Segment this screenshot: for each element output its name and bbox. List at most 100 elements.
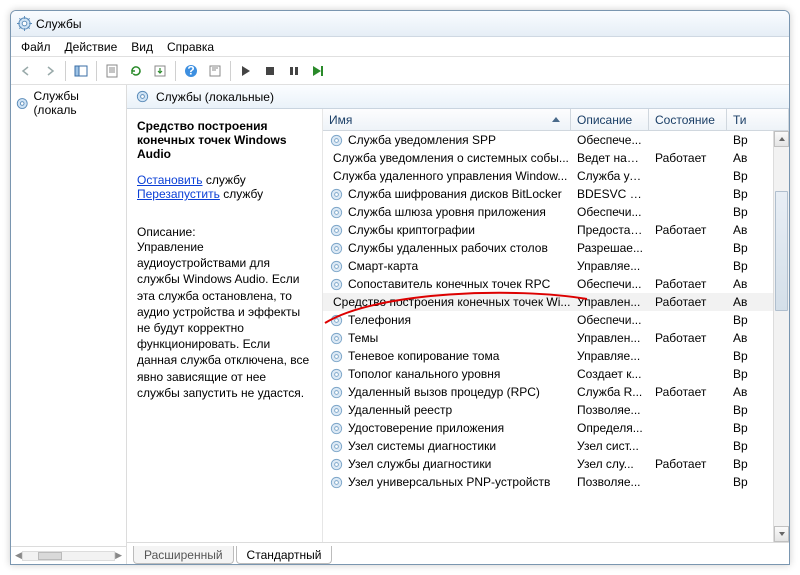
- service-row[interactable]: Службы удаленных рабочих столовРазрешае.…: [323, 239, 789, 257]
- left-nav: Службы (локаль ◀ ▶: [11, 85, 127, 564]
- service-name: Узел системы диагностики: [348, 439, 496, 453]
- service-icon: [329, 331, 344, 346]
- service-status: Работает: [649, 277, 727, 291]
- service-desc: Позволяе...: [571, 475, 649, 489]
- service-row[interactable]: Тополог канального уровняСоздает к...Вр: [323, 365, 789, 383]
- rows-container: Служба уведомления SPPОбеспече...ВрСлужб…: [323, 131, 789, 542]
- service-row[interactable]: ТелефонияОбеспечи...Вр: [323, 311, 789, 329]
- service-name: Теневое копирование тома: [348, 349, 499, 363]
- menu-file[interactable]: Файл: [21, 40, 51, 54]
- col-name[interactable]: Имя: [323, 109, 571, 130]
- service-icon: [329, 205, 344, 220]
- start-service-button[interactable]: [235, 60, 257, 82]
- tab-strip: Расширенный Стандартный: [127, 542, 789, 564]
- service-status: Работает: [649, 457, 727, 471]
- pause-service-button[interactable]: [283, 60, 305, 82]
- service-desc: Обеспечи...: [571, 205, 649, 219]
- service-name: Узел универсальных PNP-устройств: [348, 475, 550, 489]
- services-window: Службы Файл Действие Вид Справка ? Служб…: [10, 10, 790, 565]
- restart-link[interactable]: Перезапустить: [137, 187, 220, 201]
- service-row[interactable]: ТемыУправлен...РаботаетАв: [323, 329, 789, 347]
- service-row[interactable]: Средство построения конечных точек Wi...…: [323, 293, 789, 311]
- detail-pane: Средство построения конечных точек Windo…: [127, 109, 323, 542]
- service-row[interactable]: Удаленный реестрПозволяе...Вр: [323, 401, 789, 419]
- service-row[interactable]: Узел системы диагностикиУзел сист...Вр: [323, 437, 789, 455]
- stop-service-button[interactable]: [259, 60, 281, 82]
- menu-view[interactable]: Вид: [131, 40, 153, 54]
- left-nav-label: Службы (локаль: [33, 89, 122, 117]
- service-row[interactable]: Служба шлюза уровня приложенияОбеспечи..…: [323, 203, 789, 221]
- scrollbar-thumb[interactable]: [775, 191, 788, 311]
- right-pane: Службы (локальные) Средство построения к…: [127, 85, 789, 564]
- service-row[interactable]: Удостоверение приложенияОпределя...Вр: [323, 419, 789, 437]
- service-row[interactable]: Узел службы диагностикиУзел слу...Работа…: [323, 455, 789, 473]
- service-row[interactable]: Службы криптографииПредостав...РаботаетА…: [323, 221, 789, 239]
- content: Средство построения конечных точек Windo…: [127, 109, 789, 542]
- service-row[interactable]: Удаленный вызов процедур (RPC)Служба R..…: [323, 383, 789, 401]
- service-desc: Управляе...: [571, 349, 649, 363]
- service-icon: [329, 385, 344, 400]
- stop-link[interactable]: Остановить: [137, 173, 203, 187]
- app-icon: [17, 16, 32, 31]
- service-status: Работает: [649, 223, 727, 237]
- service-name: Телефония: [348, 313, 411, 327]
- vertical-scrollbar[interactable]: [773, 131, 789, 542]
- service-row[interactable]: Служба уведомления о системных собы...Ве…: [323, 149, 789, 167]
- restart-service-button[interactable]: [307, 60, 329, 82]
- tab-standard[interactable]: Стандартный: [236, 546, 333, 564]
- service-name: Удаленный реестр: [348, 403, 452, 417]
- service-name: Смарт-карта: [348, 259, 418, 273]
- service-icon: [329, 457, 344, 472]
- service-name: Удаленный вызов процедур (RPC): [348, 385, 540, 399]
- service-desc: Управляе...: [571, 259, 649, 273]
- service-icon: [329, 223, 344, 238]
- service-desc: Управлен...: [571, 331, 649, 345]
- service-icon: [329, 421, 344, 436]
- service-name: Удостоверение приложения: [348, 421, 504, 435]
- window-title: Службы: [36, 17, 783, 31]
- service-row[interactable]: Служба уведомления SPPОбеспече...Вр: [323, 131, 789, 149]
- service-icon: [329, 187, 344, 202]
- toolbar-separator: [65, 61, 66, 81]
- col-type[interactable]: Ти: [727, 109, 789, 130]
- services-icon: [15, 96, 29, 111]
- properties-button[interactable]: [101, 60, 123, 82]
- menu-help[interactable]: Справка: [167, 40, 214, 54]
- service-row[interactable]: Служба шифрования дисков BitLockerBDESVC…: [323, 185, 789, 203]
- service-name: Служба уведомления SPP: [348, 133, 496, 147]
- scroll-down-button[interactable]: [774, 526, 789, 542]
- tab-extended[interactable]: Расширенный: [133, 546, 234, 564]
- service-desc: Обеспечи...: [571, 313, 649, 327]
- refresh-button[interactable]: [125, 60, 147, 82]
- pane-header: Службы (локальные): [127, 85, 789, 109]
- service-desc: Обеспече...: [571, 133, 649, 147]
- titlebar[interactable]: Службы: [11, 11, 789, 37]
- scroll-up-button[interactable]: [774, 131, 789, 147]
- col-status[interactable]: Состояние: [649, 109, 727, 130]
- forward-button[interactable]: [39, 60, 61, 82]
- service-row[interactable]: Сопоставитель конечных точек RPCОбеспечи…: [323, 275, 789, 293]
- export-button[interactable]: [149, 60, 171, 82]
- service-row[interactable]: Теневое копирование томаУправляе...Вр: [323, 347, 789, 365]
- service-name: Темы: [348, 331, 378, 345]
- service-row[interactable]: Смарт-картаУправляе...Вр: [323, 257, 789, 275]
- help-button[interactable]: ?: [180, 60, 202, 82]
- back-button[interactable]: [15, 60, 37, 82]
- service-name: Средство построения конечных точек Wi...: [333, 295, 570, 309]
- left-nav-scrollbar[interactable]: ◀ ▶: [11, 546, 126, 564]
- service-icon: [329, 349, 344, 364]
- service-row[interactable]: Служба удаленного управления Window...Сл…: [323, 167, 789, 185]
- service-name: Служба шифрования дисков BitLocker: [348, 187, 562, 201]
- restart-service-line: Перезапустить службу: [137, 187, 312, 201]
- menu-action[interactable]: Действие: [65, 40, 118, 54]
- left-nav-item[interactable]: Службы (локаль: [11, 85, 126, 121]
- service-row[interactable]: Узел универсальных PNP-устройств Позволяе…: [323, 473, 789, 491]
- service-desc: Управлен...: [571, 295, 649, 309]
- col-description[interactable]: Описание: [571, 109, 649, 130]
- service-status: Работает: [649, 331, 727, 345]
- service-name: Тополог канального уровня: [348, 367, 500, 381]
- help-button-2[interactable]: [204, 60, 226, 82]
- service-desc: Узел слу...: [571, 457, 649, 471]
- service-desc: Обеспечи...: [571, 277, 649, 291]
- show-hide-tree-button[interactable]: [70, 60, 92, 82]
